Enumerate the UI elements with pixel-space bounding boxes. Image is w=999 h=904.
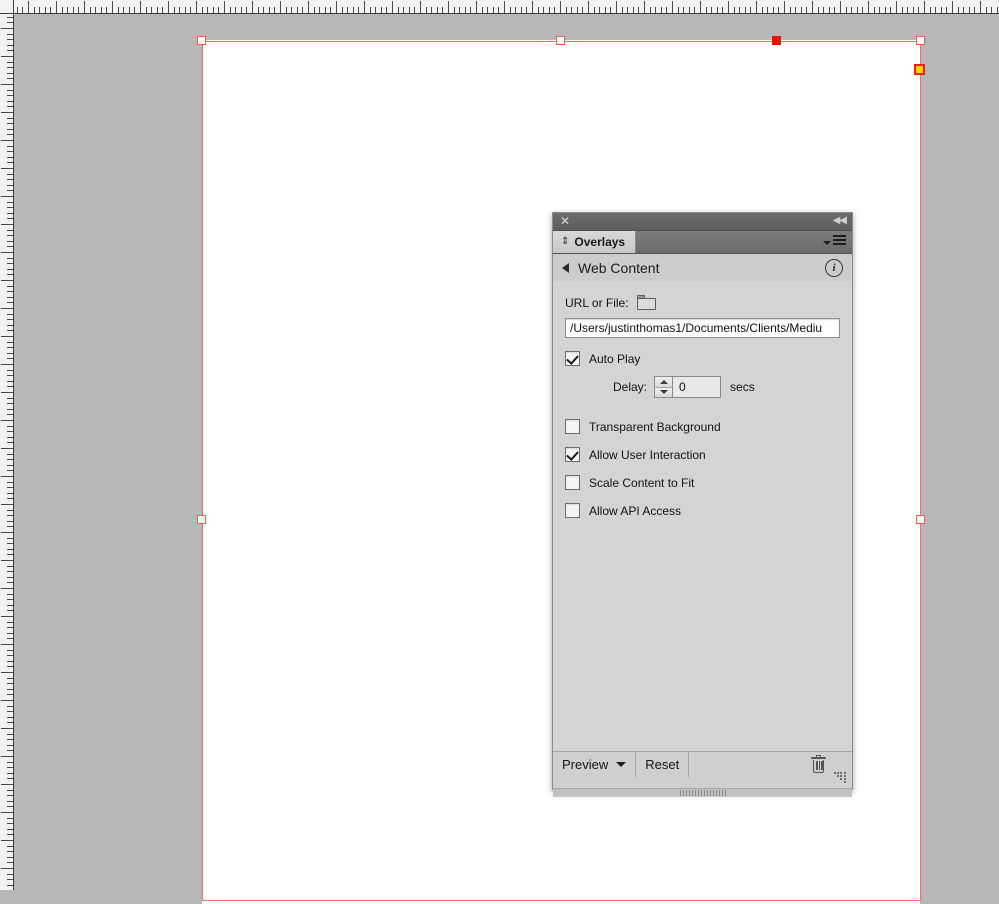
handle-top-right[interactable]: [916, 36, 925, 45]
close-icon[interactable]: ✕: [559, 215, 571, 227]
resize-grip-icon[interactable]: [834, 772, 847, 783]
delay-row: Delay: 0 secs: [565, 376, 840, 398]
transparent-background-label: Transparent Background: [589, 419, 721, 434]
delay-decrement-button[interactable]: [655, 386, 673, 397]
allow-user-interaction-row[interactable]: Allow User Interaction: [565, 447, 840, 462]
handle-middle-left[interactable]: [197, 515, 206, 524]
panel-footer: Preview Reset: [553, 751, 852, 797]
flyout-triangle-icon: [823, 240, 831, 245]
tabbar-empty-area: [636, 231, 852, 253]
allow-api-access-label: Allow API Access: [589, 503, 682, 518]
ruler-origin-corner[interactable]: [0, 0, 14, 14]
collapse-panel-icon[interactable]: ◀◀: [830, 215, 847, 227]
tab-overlays[interactable]: ⇕ Overlays: [553, 231, 637, 253]
panel-header: Web Content i: [553, 254, 852, 283]
scale-content-to-fit-label: Scale Content to Fit: [589, 475, 695, 490]
panel-drag-grip[interactable]: [679, 790, 726, 796]
allow-user-interaction-label: Allow User Interaction: [589, 447, 706, 462]
panel-flyout-menu-icon[interactable]: [823, 235, 846, 247]
delay-label: Delay:: [613, 380, 648, 394]
handle-top-filled[interactable]: [772, 36, 781, 45]
info-icon[interactable]: i: [825, 259, 843, 277]
preview-button[interactable]: Preview: [553, 752, 637, 777]
scale-content-to-fit-checkbox[interactable]: [565, 475, 580, 490]
panel-titlebar[interactable]: ✕ ◀◀: [553, 213, 852, 231]
url-label-row: URL or File:: [565, 295, 840, 310]
indesign-window: ✕ ◀◀ ⇕ Overlays Web Content i URL or Fil…: [0, 0, 999, 904]
url-or-file-label: URL or File:: [565, 295, 629, 310]
handle-content-grabber[interactable]: [914, 64, 925, 75]
handle-top-center[interactable]: [556, 36, 565, 45]
reset-button-label: Reset: [645, 757, 680, 772]
chevron-down-icon: [616, 762, 627, 767]
transparent-background-row[interactable]: Transparent Background: [565, 419, 840, 434]
panel-header-title: Web Content: [578, 260, 660, 276]
folder-icon[interactable]: [636, 295, 656, 310]
delay-stepper-buttons[interactable]: [655, 377, 674, 397]
hamburger-icon: [833, 235, 846, 247]
handle-top-left[interactable]: [197, 36, 206, 45]
allow-api-access-row[interactable]: Allow API Access: [565, 503, 840, 518]
delay-units-label: secs: [730, 380, 755, 394]
vertical-ruler[interactable]: [0, 0, 14, 890]
tab-overlays-label: Overlays: [574, 235, 626, 249]
url-input[interactable]: /Users/justinthomas1/Documents/Clients/M…: [565, 318, 840, 338]
auto-play-checkbox[interactable]: [565, 351, 580, 366]
auto-play-row[interactable]: Auto Play: [565, 351, 840, 366]
preview-button-label: Preview: [562, 757, 609, 772]
panel-bottom-bar: [553, 788, 852, 797]
panel-tabbar: ⇕ Overlays: [553, 231, 852, 254]
horizontal-ruler[interactable]: [0, 0, 999, 14]
scale-content-to-fit-row[interactable]: Scale Content to Fit: [565, 475, 840, 490]
handle-middle-right[interactable]: [916, 515, 925, 524]
panel-body: URL or File: /Users/justinthomas1/Docume…: [553, 281, 852, 752]
allow-user-interaction-checkbox[interactable]: [565, 447, 580, 462]
auto-play-label: Auto Play: [589, 351, 641, 366]
back-arrow-icon[interactable]: [562, 263, 569, 273]
delay-stepper[interactable]: 0: [654, 376, 722, 398]
delay-input[interactable]: 0: [673, 377, 721, 397]
transparent-background-checkbox[interactable]: [565, 419, 580, 434]
delay-increment-button[interactable]: [655, 377, 673, 387]
double-chevron-icon: ⇕: [561, 236, 570, 247]
overlays-panel[interactable]: ✕ ◀◀ ⇕ Overlays Web Content i URL or Fil…: [552, 212, 853, 797]
allow-api-access-checkbox[interactable]: [565, 503, 580, 518]
reset-button[interactable]: Reset: [636, 752, 690, 777]
trash-icon[interactable]: [811, 755, 826, 773]
footer-button-group: Preview Reset: [553, 752, 690, 777]
